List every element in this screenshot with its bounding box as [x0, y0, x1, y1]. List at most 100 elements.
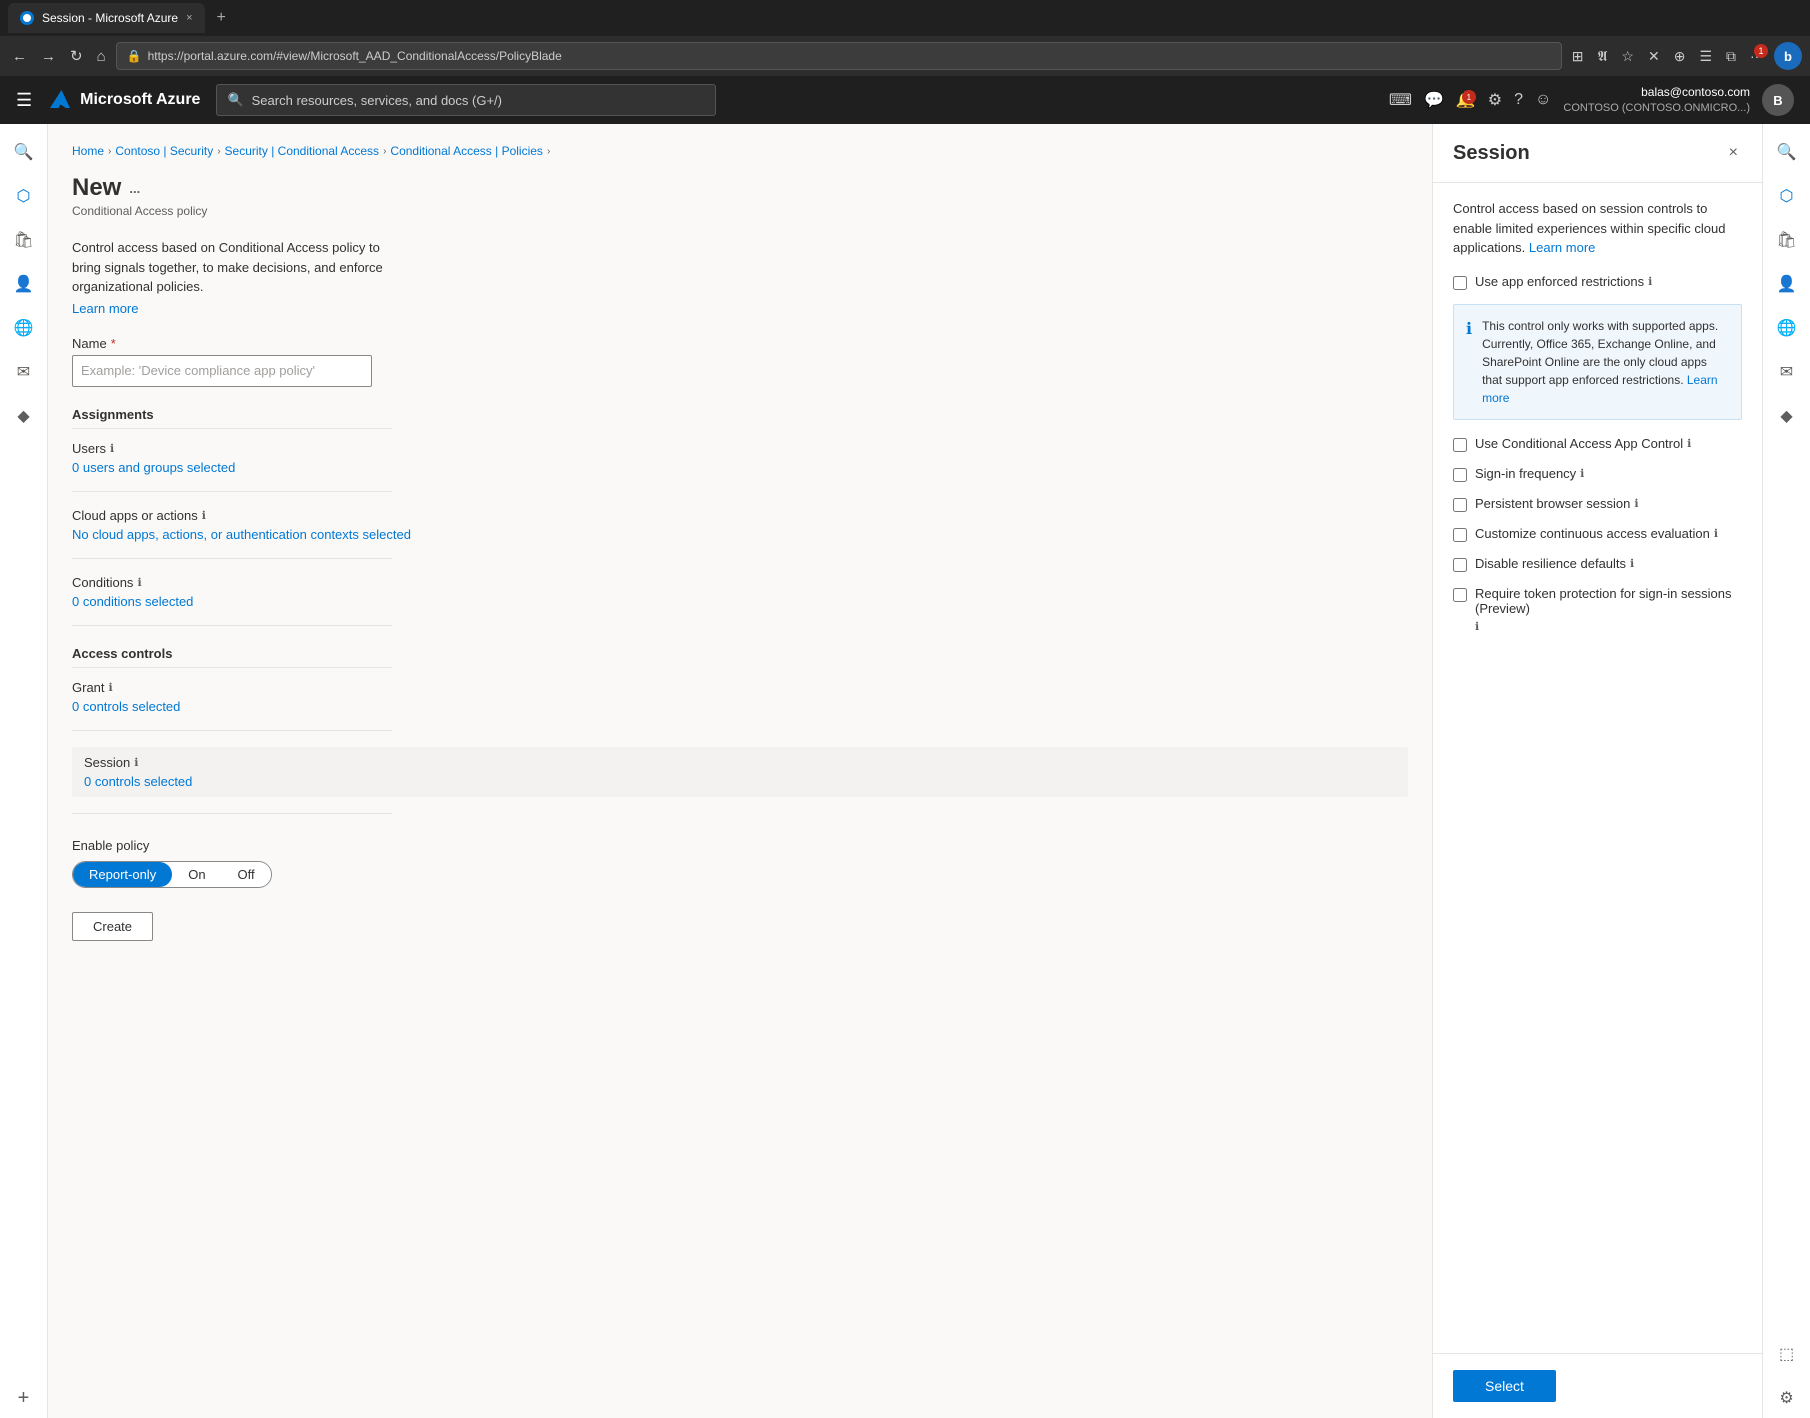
assignments-label: Assignments	[72, 407, 392, 429]
panel-close-btn[interactable]: ×	[1725, 140, 1742, 166]
browser-tab[interactable]: Session - Microsoft Azure ×	[8, 3, 205, 33]
address-bar[interactable]: 🔒 https://portal.azure.com/#view/Microso…	[116, 42, 1562, 70]
azure-logo: Microsoft Azure	[48, 88, 200, 112]
forward-btn[interactable]: →	[37, 44, 60, 69]
ca-app-control-label: Use Conditional Access App Control ℹ	[1475, 436, 1691, 451]
conditions-info-icon[interactable]: ℹ	[137, 576, 141, 589]
azure-search[interactable]: 🔍 Search resources, services, and docs (…	[216, 84, 716, 116]
breadcrumb-home[interactable]: Home	[72, 144, 104, 158]
persistent-browser-checkbox[interactable]	[1453, 498, 1467, 512]
breadcrumb-sep-2: ›	[217, 146, 220, 157]
right-icon-mail[interactable]: ✉	[1767, 352, 1807, 392]
select-button[interactable]: Select	[1453, 1370, 1556, 1402]
disable-resilience-info-icon[interactable]: ℹ	[1630, 557, 1634, 570]
notifications-icon[interactable]: 🔔 1	[1456, 90, 1476, 110]
help-icon[interactable]: ?	[1514, 91, 1523, 109]
panel-description: Control access based on session controls…	[1453, 199, 1742, 258]
conditions-label: Conditions ℹ	[72, 575, 1408, 590]
session-value[interactable]: 0 controls selected	[84, 774, 192, 789]
sidebar-icon-user[interactable]: 👤	[4, 264, 44, 304]
search-icon: 🔍	[227, 92, 243, 108]
name-label: Name *	[72, 336, 1408, 351]
bing-btn[interactable]: b	[1774, 42, 1802, 70]
tab-title: Session - Microsoft Azure	[42, 11, 178, 25]
app-enforced-info-icon[interactable]: ℹ	[1648, 275, 1652, 288]
main-learn-more[interactable]: Learn more	[72, 301, 138, 316]
feedback2-icon[interactable]: ☺	[1535, 91, 1551, 109]
require-token-info-icon[interactable]: ℹ	[1475, 620, 1479, 633]
create-button[interactable]: Create	[72, 912, 153, 941]
right-icon-globe[interactable]: 🌐	[1767, 308, 1807, 348]
toggle-group: Report-only On Off	[72, 861, 272, 888]
browser-icon-4[interactable]: ✕	[1644, 44, 1664, 69]
assignments-section: Assignments Users ℹ 0 users and groups s…	[72, 407, 1408, 626]
header-actions: ⌨ 💬 🔔 1 ⚙ ? ☺ balas@contoso.com CONTOSO …	[1389, 84, 1794, 116]
browser-nav: ← → ↻ ⌂ 🔒 https://portal.azure.com/#view…	[0, 36, 1810, 76]
right-icon-diamond[interactable]: ◆	[1767, 396, 1807, 436]
browser-icon-6[interactable]: ☰	[1695, 44, 1716, 69]
sidebar-icon-azure[interactable]: ⬡	[4, 176, 44, 216]
sign-in-freq-checkbox[interactable]	[1453, 468, 1467, 482]
browser-notif[interactable]: ··· 1	[1746, 44, 1768, 68]
conditions-value[interactable]: 0 conditions selected	[72, 594, 193, 609]
panel-title: Session	[1453, 142, 1530, 165]
tab-close-btn[interactable]: ×	[186, 12, 192, 24]
user-avatar[interactable]: B	[1762, 84, 1794, 116]
require-token-checkbox[interactable]	[1453, 588, 1467, 602]
toggle-report-only[interactable]: Report-only	[73, 862, 172, 887]
right-icon-layout[interactable]: ⬚	[1767, 1334, 1807, 1374]
grant-value[interactable]: 0 controls selected	[72, 699, 180, 714]
browser-icon-5[interactable]: ⊕	[1670, 44, 1690, 69]
sidebar-icon-globe[interactable]: 🌐	[4, 308, 44, 348]
browser-icon-7[interactable]: ⧉	[1722, 44, 1740, 69]
new-tab-btn[interactable]: +	[217, 9, 226, 27]
home-btn[interactable]: ⌂	[93, 44, 110, 69]
breadcrumb-security-ca[interactable]: Security | Conditional Access	[225, 144, 380, 158]
sidebar-icon-search[interactable]: 🔍	[4, 132, 44, 172]
back-btn[interactable]: ←	[8, 44, 31, 69]
sidebar-icon-add[interactable]: +	[4, 1378, 44, 1418]
main-layout: 🔍 ⬡ 🛍 👤 🌐 ✉ ◆ + Home › Contoso | Securit…	[0, 124, 1810, 1418]
app-enforced-checkbox[interactable]	[1453, 276, 1467, 290]
feedback-icon[interactable]: 💬	[1424, 90, 1444, 110]
cloud-shell-icon[interactable]: ⌨	[1389, 90, 1412, 110]
customize-cae-checkbox[interactable]	[1453, 528, 1467, 542]
right-icon-azure[interactable]: ⬡	[1767, 176, 1807, 216]
ca-app-control-checkbox[interactable]	[1453, 438, 1467, 452]
panel-footer: Select	[1433, 1353, 1762, 1418]
breadcrumb-contoso-security[interactable]: Contoso | Security	[115, 144, 213, 158]
title-ellipsis[interactable]: ...	[129, 181, 140, 196]
refresh-btn[interactable]: ↻	[66, 43, 87, 69]
users-info-icon[interactable]: ℹ	[110, 442, 114, 455]
toggle-on[interactable]: On	[172, 862, 221, 887]
right-icon-user[interactable]: 👤	[1767, 264, 1807, 304]
toggle-off[interactable]: Off	[222, 862, 271, 887]
browser-icon-2[interactable]: 𝕬	[1593, 44, 1611, 69]
disable-resilience-checkbox[interactable]	[1453, 558, 1467, 572]
right-icon-search[interactable]: 🔍	[1767, 132, 1807, 172]
cloud-apps-info-icon[interactable]: ℹ	[202, 509, 206, 522]
breadcrumb-ca-policies[interactable]: Conditional Access | Policies	[390, 144, 543, 158]
panel-learn-more[interactable]: Learn more	[1529, 240, 1595, 255]
persistent-browser-info-icon[interactable]: ℹ	[1634, 497, 1638, 510]
browser-chrome: Session - Microsoft Azure × +	[0, 0, 1810, 36]
sidebar-icon-bag[interactable]: 🛍	[4, 220, 44, 260]
session-info-icon[interactable]: ℹ	[134, 756, 138, 769]
users-value[interactable]: 0 users and groups selected	[72, 460, 235, 475]
settings-icon[interactable]: ⚙	[1488, 90, 1502, 110]
right-icon-settings[interactable]: ⚙	[1767, 1378, 1807, 1418]
sidebar-icon-diamond[interactable]: ◆	[4, 396, 44, 436]
right-icon-bag[interactable]: 🛍	[1767, 220, 1807, 260]
browser-icon-1[interactable]: ⊞	[1568, 44, 1588, 69]
customize-cae-info-icon[interactable]: ℹ	[1714, 527, 1718, 540]
grant-info-icon[interactable]: ℹ	[109, 681, 113, 694]
browser-icon-3[interactable]: ☆	[1617, 44, 1638, 69]
cloud-apps-value[interactable]: No cloud apps, actions, or authenticatio…	[72, 527, 411, 542]
sign-in-freq-info-icon[interactable]: ℹ	[1580, 467, 1584, 480]
page-subtitle: Conditional Access policy	[72, 204, 1408, 218]
name-input[interactable]	[72, 355, 372, 387]
sidebar-icon-mail[interactable]: ✉	[4, 352, 44, 392]
ca-app-info-icon[interactable]: ℹ	[1687, 437, 1691, 450]
hamburger-menu[interactable]: ☰	[16, 90, 32, 111]
grant-label: Grant ℹ	[72, 680, 1408, 695]
